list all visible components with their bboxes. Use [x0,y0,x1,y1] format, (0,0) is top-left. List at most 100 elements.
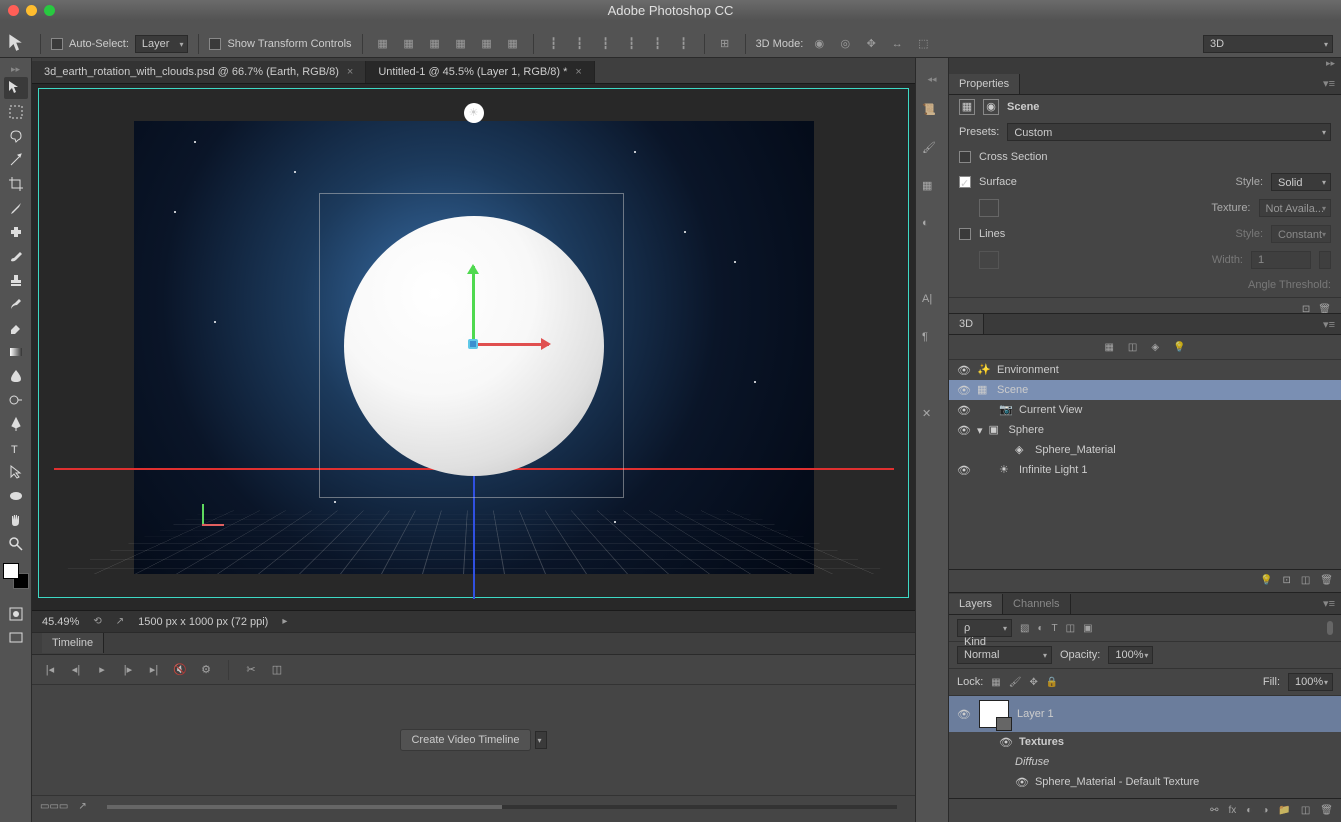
shape-tool[interactable] [4,485,28,507]
layer-name[interactable]: Layer 1 [1017,708,1054,720]
3d-slide-icon[interactable]: ↔ [887,35,907,53]
tree-item-current-view[interactable]: 👁📷Current View [949,400,1341,420]
marquee-tool[interactable] [4,101,28,123]
quickmask-tool[interactable] [4,603,28,625]
lasso-tool[interactable] [4,125,28,147]
filter-adjust-icon[interactable]: ◐ [1037,623,1043,634]
tree-item-infinite-light[interactable]: 👁☀Infinite Light 1 [949,460,1341,480]
group-icon[interactable]: 📁 [1278,805,1290,816]
light-toggle-icon[interactable]: 💡 [1260,575,1272,586]
opacity-field[interactable]: 100% [1108,646,1153,664]
dodge-tool[interactable] [4,389,28,411]
3d-roll-icon[interactable]: ◎ [835,35,855,53]
layer-filter-dropdown[interactable]: ρ Kind [957,619,1012,637]
surface-style-dropdown[interactable]: Solid [1271,173,1331,191]
distribute-1-icon[interactable]: ┇ [544,35,564,53]
align-top-icon[interactable]: ▦ [373,35,393,53]
doc-info[interactable]: 1500 px x 1000 px (72 ppi) [138,616,268,628]
expand-icon[interactable]: ▾ [977,424,983,437]
textures-row[interactable]: 👁 Textures [949,732,1341,752]
eyedropper-tool[interactable] [4,197,28,219]
gradient-tool[interactable] [4,341,28,363]
create-timeline-button[interactable]: Create Video Timeline [400,729,530,751]
foreground-color[interactable] [3,563,19,579]
tools-preset-icon[interactable]: ✕ [922,407,942,427]
distribute-3-icon[interactable]: ┇ [596,35,616,53]
3d-pan-icon[interactable]: ✥ [861,35,881,53]
close-icon[interactable]: × [575,66,581,78]
document-tab-2[interactable]: Untitled-1 @ 45.5% (Layer 1, RGB/8) *× [366,61,595,83]
surface-texture-dropdown[interactable]: Not Availa... [1259,199,1332,217]
transition-icon[interactable]: ◫ [269,662,285,678]
healing-tool[interactable] [4,221,28,243]
gizmo-y-axis[interactable] [472,266,475,341]
adjustment-layer-icon[interactable]: ◑ [1262,805,1268,816]
3d-canvas[interactable]: ☀ [134,121,814,574]
panel-menu-icon[interactable]: ▾≡ [1323,318,1341,331]
color-swatches[interactable] [3,563,29,589]
stamp-tool[interactable] [4,269,28,291]
gizmo-origin[interactable] [468,339,478,349]
trash-icon[interactable]: 🗑 [1320,805,1333,816]
split-icon[interactable]: ✂ [243,662,259,678]
lock-pixels-icon[interactable]: 🖌 [1009,677,1022,688]
new-3d-icon[interactable]: ◫ [1301,575,1310,586]
new-layer-icon[interactable]: ◫ [1301,805,1310,816]
filter-shape-icon[interactable]: ◫ [1066,623,1075,634]
tree-item-environment[interactable]: 👁✨Environment [949,360,1341,380]
mini-axis-widget[interactable] [184,504,224,544]
align-left-icon[interactable]: ▦ [451,35,471,53]
timeline-type-dropdown[interactable] [535,731,547,749]
export-icon[interactable]: ↗ [116,616,124,627]
material-texture-row[interactable]: 👁 Sphere_Material - Default Texture [949,772,1341,792]
render-icon[interactable]: ⊡ [1302,304,1310,313]
tree-item-sphere[interactable]: 👁▾▣Sphere [949,420,1341,440]
scene-props-icon[interactable]: ◉ [983,99,999,115]
3d-panel-tab[interactable]: 3D [949,314,984,334]
type-tool[interactable]: T [4,437,28,459]
render-icon[interactable]: ↗ [78,801,86,812]
auto-select-checkbox[interactable] [51,38,63,50]
brush-tool[interactable] [4,245,28,267]
zoom-window-button[interactable] [44,5,55,16]
last-frame-icon[interactable]: ▸| [146,662,162,678]
fill-field[interactable]: 100% [1288,673,1333,691]
surface-texture-swatch[interactable] [979,199,999,217]
convert-frames-icon[interactable]: ▭▭▭ [40,801,68,812]
properties-tab[interactable]: Properties [949,74,1020,94]
zoom-tool[interactable] [4,533,28,555]
filter-toggle[interactable] [1327,621,1333,635]
filter-scene-icon[interactable]: ▦ [1104,342,1113,353]
tree-item-scene[interactable]: 👁▦Scene [949,380,1341,400]
panel-menu-icon[interactable]: ▾≡ [1323,597,1341,610]
distribute-4-icon[interactable]: ┇ [622,35,642,53]
layer-item-1[interactable]: 👁 Layer 1 [949,696,1341,732]
align-bottom-icon[interactable]: ▦ [425,35,445,53]
prev-frame-icon[interactable]: ◂| [68,662,84,678]
filter-mesh-icon[interactable]: ◫ [1128,342,1137,353]
canvas-area[interactable]: ☀ [32,84,915,610]
3d-scale-icon[interactable]: ⬚ [913,35,933,53]
timeline-tab[interactable]: Timeline [42,633,104,653]
swatches-panel-icon[interactable]: ▦ [922,179,942,199]
visibility-icon[interactable]: 👁 [957,424,971,437]
auto-align-icon[interactable]: ⊞ [715,35,735,53]
visibility-icon[interactable]: 👁 [957,464,971,477]
screenmode-tool[interactable] [4,627,28,649]
audio-icon[interactable]: 🔇 [172,662,188,678]
visibility-icon[interactable]: 👁 [957,708,971,721]
align-hcenter-icon[interactable]: ▦ [477,35,497,53]
next-frame-icon[interactable]: |▸ [120,662,136,678]
show-transform-checkbox[interactable] [209,38,221,50]
minimize-window-button[interactable] [26,5,37,16]
lines-checkbox[interactable] [959,228,971,240]
close-window-button[interactable] [8,5,19,16]
history-panel-icon[interactable]: 📜 [922,103,942,123]
move-tool[interactable] [4,77,28,99]
expand-icon[interactable]: 👁 [999,736,1013,749]
pen-tool[interactable] [4,413,28,435]
visibility-icon[interactable]: 👁 [957,364,971,377]
cross-section-checkbox[interactable] [959,151,971,163]
scene-coords-icon[interactable]: ▦ [959,99,975,115]
layers-tab[interactable]: Layers [949,594,1003,614]
